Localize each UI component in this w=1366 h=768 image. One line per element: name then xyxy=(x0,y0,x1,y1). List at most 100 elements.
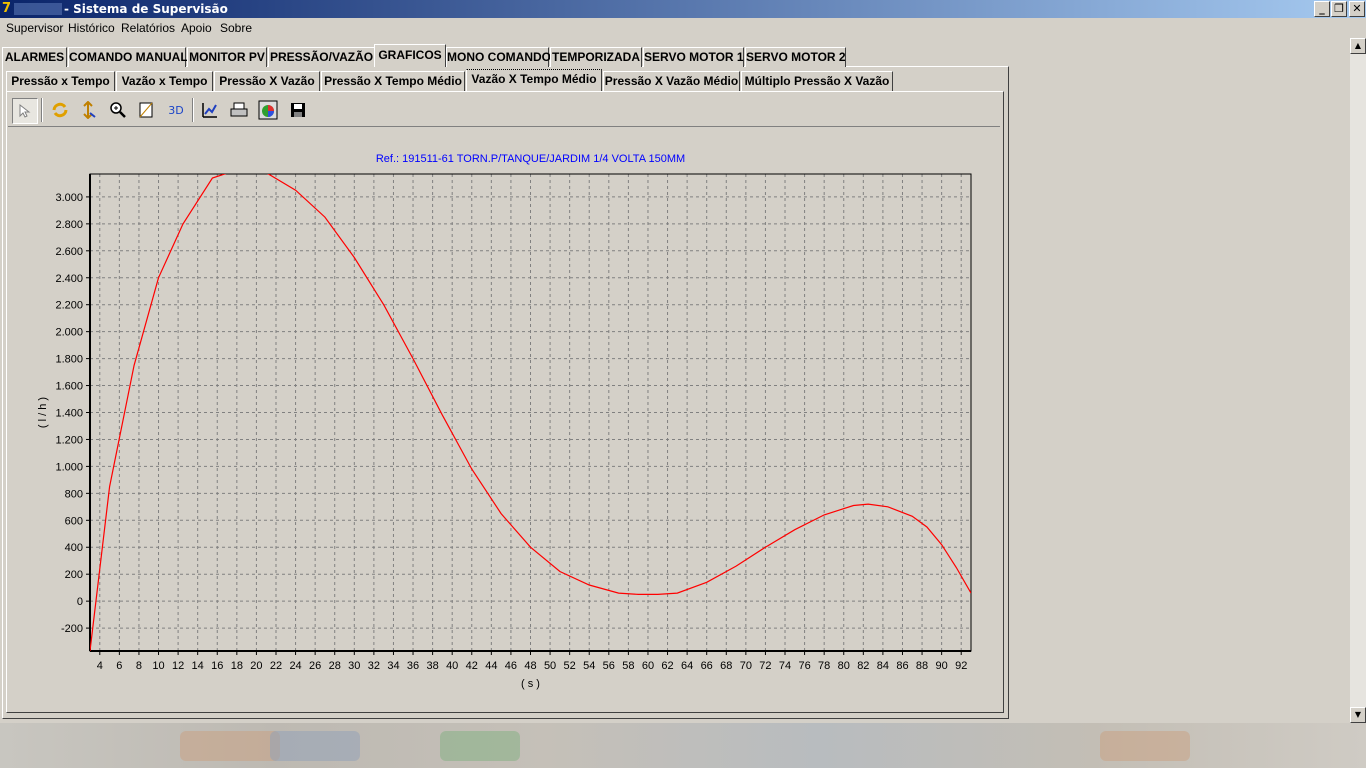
menu-bar: Supervisor Histórico Relatórios Apoio So… xyxy=(0,19,1366,39)
export-image-icon[interactable] xyxy=(256,98,280,122)
y-tick-label: 2.000 xyxy=(55,327,83,339)
x-tick-label: 40 xyxy=(446,660,458,672)
x-tick-label: 74 xyxy=(779,660,791,672)
x-tick-label: 54 xyxy=(583,660,595,672)
x-tick-label: 10 xyxy=(152,660,164,672)
y-tick-label: 1.000 xyxy=(55,461,83,473)
x-tick-label: 44 xyxy=(485,660,497,672)
line-chart: 4 6 8 10 12 14 16 18 20 22 24 26 28 30 32 34 36 38 40 42 44 4… xyxy=(37,153,972,690)
x-tick-label: 88 xyxy=(916,660,928,672)
x-tick-label: 18 xyxy=(231,660,243,672)
x-tick-label: 26 xyxy=(309,660,321,672)
y-tick-label: 3.000 xyxy=(55,192,83,204)
x-tick-label: 66 xyxy=(701,660,713,672)
minimize-button[interactable]: _ xyxy=(1314,1,1330,17)
tab-alarmes[interactable]: ALARMES xyxy=(2,47,67,67)
y-tick-label: 600 xyxy=(65,515,83,527)
subtab-vazao-x-tempo[interactable]: Vazão x Tempo xyxy=(116,71,213,91)
zoom-icon[interactable] xyxy=(106,98,130,122)
x-tick-label: 34 xyxy=(387,660,399,672)
3d-icon[interactable]: 3D xyxy=(164,98,188,122)
tab-mono-comando[interactable]: MONO COMANDO xyxy=(446,47,551,67)
scroll-down-button[interactable]: ▼ xyxy=(1350,707,1366,723)
tab-servo-motor-1[interactable]: SERVO MOTOR 1 xyxy=(643,47,744,67)
tab-temporizada[interactable]: TEMPORIZADA xyxy=(550,47,642,67)
x-tick-label: 36 xyxy=(407,660,419,672)
x-tick-label: 60 xyxy=(642,660,654,672)
subtab-pressao-x-vazao[interactable]: Pressão X Vazão xyxy=(214,71,320,91)
x-tick-label: 68 xyxy=(720,660,732,672)
x-tick-label: 52 xyxy=(564,660,576,672)
app-name-redacted xyxy=(14,3,62,15)
subtab-pressao-x-tempo-medio[interactable]: Pressão X Tempo Médio xyxy=(321,71,465,91)
y-tick-label: 2.400 xyxy=(55,273,83,285)
tab-graficos[interactable]: GRAFICOS xyxy=(374,44,446,67)
menu-item-relatorios[interactable]: Relatórios xyxy=(121,21,175,35)
chart-toolbar: 3D xyxy=(8,94,1000,127)
tab-comando-manual[interactable]: COMANDO MANUAL xyxy=(68,47,188,67)
y-tick-label: 2.800 xyxy=(55,219,83,231)
restore-button[interactable]: ❐ xyxy=(1331,1,1347,17)
x-tick-label: 76 xyxy=(798,660,810,672)
x-tick-label: 56 xyxy=(603,660,615,672)
x-tick-label: 62 xyxy=(661,660,673,672)
x-axis-label: ( s ) xyxy=(521,678,540,690)
x-tick-label: 42 xyxy=(466,660,478,672)
menu-item-supervisor[interactable]: Supervisor xyxy=(6,21,63,35)
print-icon[interactable] xyxy=(227,98,251,122)
x-tick-label: 32 xyxy=(368,660,380,672)
edit-chart-icon[interactable] xyxy=(198,98,222,122)
x-tick-label: 30 xyxy=(348,660,360,672)
subtab-vazao-x-tempo-medio[interactable]: Vazão X Tempo Médio xyxy=(466,69,602,91)
taskbar-item xyxy=(180,731,280,761)
tab-servo-motor-2[interactable]: SERVO MOTOR 2 xyxy=(745,47,846,67)
y-tick-label: 400 xyxy=(65,542,83,554)
x-tick-label: 48 xyxy=(524,660,536,672)
y-tick-label: 2.600 xyxy=(55,246,83,258)
subtab-pressao-x-vazao-medio[interactable]: Pressão X Vazão Médio xyxy=(603,71,740,91)
depth-icon[interactable] xyxy=(134,98,158,122)
pointer-icon[interactable] xyxy=(12,98,38,124)
scroll-up-button[interactable]: ▲ xyxy=(1350,38,1366,54)
menu-item-historico[interactable]: Histórico xyxy=(68,21,115,35)
chart-area: 4 6 8 10 12 14 16 18 20 22 24 26 28 30 32 34 36 38 40 42 44 4… xyxy=(8,128,1000,708)
y-tick-label: 800 xyxy=(65,488,83,500)
close-button[interactable]: ✕ xyxy=(1349,1,1365,17)
move-icon[interactable] xyxy=(76,98,100,122)
x-tick-label: 86 xyxy=(896,660,908,672)
x-tick-label: 46 xyxy=(505,660,517,672)
x-tick-label: 80 xyxy=(838,660,850,672)
y-tick-label: -200 xyxy=(61,623,83,635)
y-tick-label: 1.200 xyxy=(55,434,83,446)
taskbar-blurred xyxy=(0,723,1366,768)
chart-title: Ref.: 191511-61 TORN.P/TANQUE/JARDIM 1/4… xyxy=(376,153,685,165)
x-tick-label: 72 xyxy=(759,660,771,672)
x-tick-label: 64 xyxy=(681,660,693,672)
tab-monitor-pv[interactable]: MONITOR PV xyxy=(187,47,267,67)
rotate-icon[interactable] xyxy=(48,98,72,122)
x-tick-label: 24 xyxy=(289,660,301,672)
x-tick-label: 58 xyxy=(622,660,634,672)
x-tick-label: 82 xyxy=(857,660,869,672)
x-tick-label: 14 xyxy=(192,660,204,672)
y-tick-label: 1.400 xyxy=(55,408,83,420)
y-axis-label: ( l / h ) xyxy=(37,397,49,428)
x-tick-label: 78 xyxy=(818,660,830,672)
x-tick-label: 12 xyxy=(172,660,184,672)
taskbar-item xyxy=(1100,731,1190,761)
subtab-pressao-x-tempo[interactable]: Pressão x Tempo xyxy=(6,71,115,91)
toolbar-separator xyxy=(192,98,194,122)
y-tick-label: 1.600 xyxy=(55,381,83,393)
menu-item-apoio[interactable]: Apoio xyxy=(181,21,212,35)
x-tick-label: 4 xyxy=(97,660,103,672)
x-tick-label: 8 xyxy=(136,660,142,672)
y-tick-label: 200 xyxy=(65,569,83,581)
tab-pressao-vazao[interactable]: PRESSÃO/VAZÃO xyxy=(268,47,375,67)
subtab-multiplo-pressao-x-vazao[interactable]: Múltiplo Pressão X Vazão xyxy=(741,71,893,91)
x-tick-label: 22 xyxy=(270,660,282,672)
vertical-scrollbar[interactable]: ▲ ▼ xyxy=(1350,38,1366,723)
x-tick-label: 50 xyxy=(544,660,556,672)
save-icon[interactable] xyxy=(286,98,310,122)
y-tick-label: 2.200 xyxy=(55,300,83,312)
menu-item-sobre[interactable]: Sobre xyxy=(220,21,252,35)
